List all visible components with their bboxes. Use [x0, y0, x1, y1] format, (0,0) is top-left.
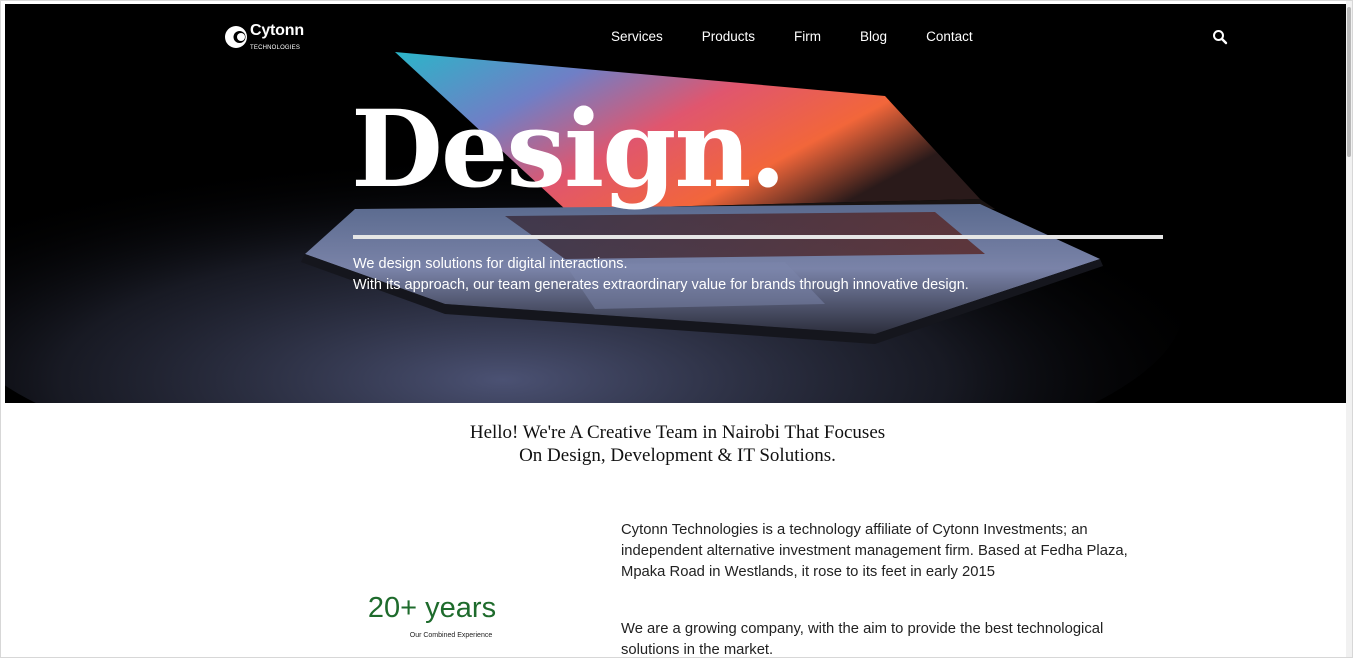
- about-paragraph-2: We are a growing company, with the aim t…: [621, 621, 1104, 658]
- intro-heading: Hello! We're A Creative Team in Nairobi …: [1, 421, 1352, 467]
- experience-stat-value: 20+ years: [367, 592, 497, 624]
- cytonn-logo[interactable]: Cytonn TECHNOLOGIES: [225, 22, 315, 58]
- page-scrollbar[interactable]: [1346, 1, 1352, 657]
- intro-line-2: On Design, Development & IT Solutions.: [519, 445, 836, 466]
- hero-description: We design solutions for digital interact…: [353, 254, 969, 296]
- scrollbar-thumb[interactable]: [1347, 7, 1351, 157]
- main-navigation: Services Products Firm Blog Contact: [611, 29, 1012, 49]
- nav-item-blog[interactable]: Blog: [860, 29, 887, 49]
- nav-item-contact[interactable]: Contact: [926, 29, 973, 49]
- about-paragraph-1: Cytonn Technologies is a technology affi…: [621, 522, 1128, 580]
- nav-item-firm[interactable]: Firm: [794, 29, 821, 49]
- nav-item-products[interactable]: Products: [702, 29, 755, 49]
- logo-subtext: TECHNOLOGIES: [250, 45, 301, 51]
- logo-mark-icon: [225, 26, 247, 48]
- logo-wordmark: Cytonn: [250, 22, 304, 39]
- nav-item-services[interactable]: Services: [611, 29, 663, 49]
- hero-banner: Cytonn TECHNOLOGIES Services Products Fi…: [5, 4, 1348, 403]
- hero-divider: [353, 235, 1163, 239]
- intro-line-1: Hello! We're A Creative Team in Nairobi …: [469, 422, 886, 443]
- browser-viewport: Cytonn TECHNOLOGIES Services Products Fi…: [0, 0, 1353, 658]
- hero-line-2: With its approach, our team generates ex…: [353, 277, 969, 293]
- hero-line-1: We design solutions for digital interact…: [353, 256, 628, 272]
- hero-title: Design.: [351, 86, 786, 211]
- search-icon[interactable]: [1212, 29, 1228, 45]
- experience-stat-caption: Our Combined Experience: [409, 632, 493, 639]
